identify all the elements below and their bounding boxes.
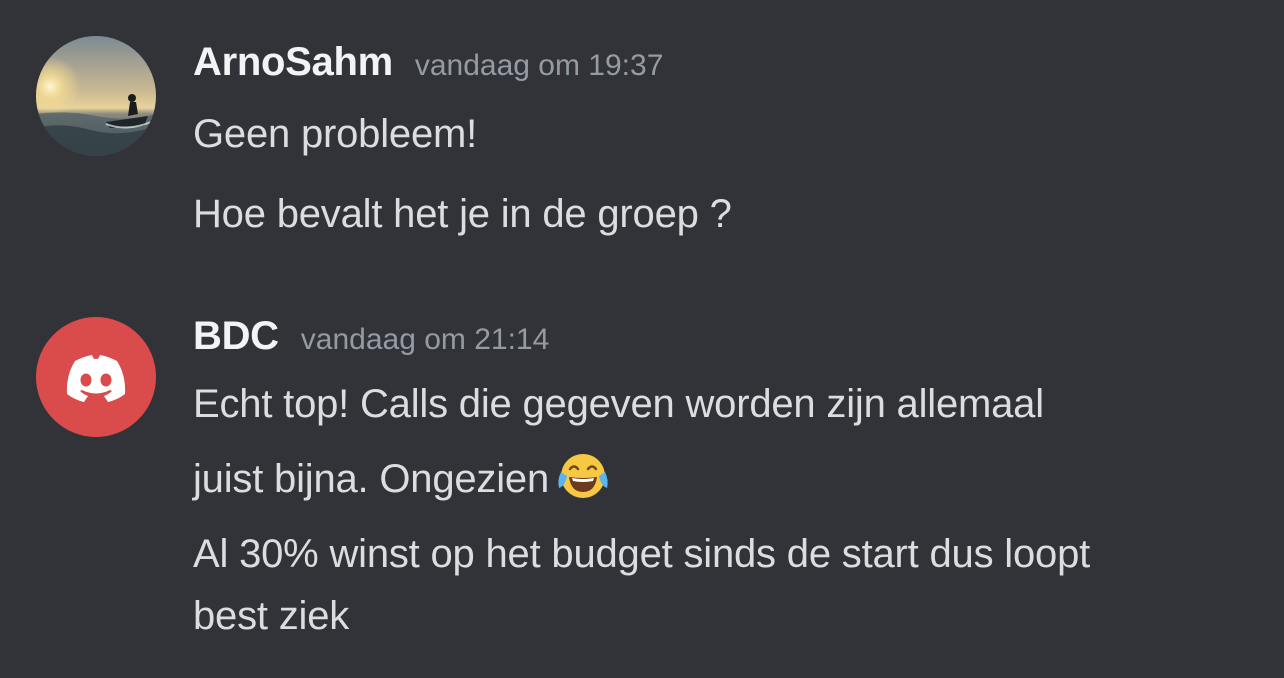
message-header: ArnoSahm vandaag om 19:37 <box>193 40 663 85</box>
timestamp: vandaag om 19:37 <box>414 49 664 82</box>
username[interactable]: ArnoSahm <box>193 40 393 84</box>
discord-logo-icon <box>66 355 126 402</box>
message-text: Geen probleem! <box>193 112 478 156</box>
message-text: best ziek <box>193 594 350 638</box>
message-text: Al 30% winst op het budget sinds de star… <box>193 532 1091 576</box>
face-with-tears-of-joy-icon[interactable] <box>555 450 611 500</box>
jet-ski-photo-icon <box>36 36 156 156</box>
avatar[interactable] <box>36 36 156 156</box>
message-text-with-emoji: juist bijna. Ongezien <box>193 450 611 503</box>
avatar[interactable] <box>36 317 156 437</box>
message-header: BDC vandaag om 21:14 <box>193 314 549 359</box>
message-text: Echt top! Calls die gegeven worden zijn … <box>193 382 1044 426</box>
username[interactable]: BDC <box>193 314 279 358</box>
message-text: Hoe bevalt het je in de groep ? <box>193 192 732 236</box>
message-text: juist bijna. Ongezien <box>193 457 550 501</box>
timestamp: vandaag om 21:14 <box>300 323 550 356</box>
